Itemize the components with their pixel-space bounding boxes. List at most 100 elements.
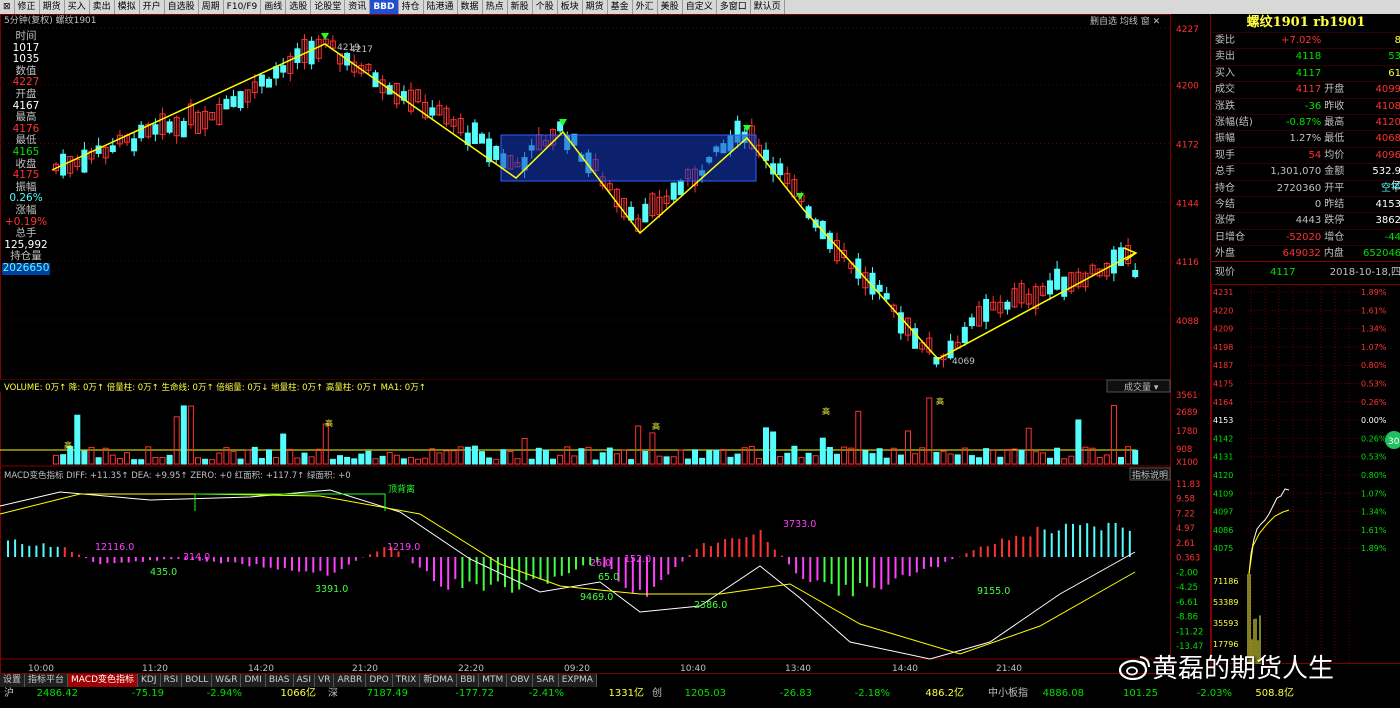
mini-pct-tick: 1.89% <box>1361 545 1387 554</box>
quote-value: 1,301,070 <box>1270 166 1322 178</box>
candle-body <box>1061 276 1068 297</box>
quote-value: -0.87% <box>1285 116 1322 128</box>
time-label: 13:40 <box>785 664 811 674</box>
volume-bar <box>1025 427 1032 465</box>
indicator-tab[interactable]: TRIX <box>393 674 421 687</box>
macd-area-label: 65.0 <box>598 572 619 583</box>
volume-bar <box>408 456 414 465</box>
volume-mark: 高 <box>325 418 333 428</box>
quote-value2: 4096 <box>1375 149 1400 161</box>
volume-bar <box>897 454 904 465</box>
menu-item[interactable]: 画线 <box>261 0 287 14</box>
volume-bar <box>471 445 478 465</box>
indicator-tab[interactable]: BIAS <box>266 674 294 687</box>
volume-bar <box>528 458 535 465</box>
menu-item[interactable]: 论股堂 <box>311 0 346 14</box>
volume-bar <box>365 450 372 465</box>
menu-item[interactable]: 美股 <box>658 0 683 14</box>
volume-bar <box>592 459 599 465</box>
quote-label2 <box>1321 66 1363 81</box>
mini-timeshare-chart[interactable]: 4231 1.89% 4220 1.61% 4209 1.34% 4198 1.07% 4187… <box>1211 284 1400 665</box>
indicator-tab[interactable]: EXPMA <box>559 674 597 687</box>
chart-canvas[interactable]: 5分钟(复权) 螺纹1901 删自选 均线 窗 ✕ 4227 4200 4172 4144… <box>0 14 1210 674</box>
menu-item[interactable]: F10/F9 <box>224 0 262 14</box>
menu-item[interactable]: 板块 <box>558 0 583 14</box>
volume-legend: VOLUME: 0万↑ 降: 0万↑ 倍量柱: 0万↑ 生命线: 0万↑ 倍缩量… <box>4 382 426 393</box>
indicator-tab[interactable]: MACD变色指标 <box>68 674 139 687</box>
candle-body <box>1110 249 1117 274</box>
menu-item[interactable]: 期货 <box>40 0 65 14</box>
volume-bar <box>1125 446 1132 465</box>
menu-item[interactable]: 周期 <box>199 0 224 14</box>
menu-item[interactable]: 资讯 <box>345 0 371 14</box>
indicator-tab[interactable]: W&R <box>212 674 242 687</box>
menu-item[interactable]: 热点 <box>483 0 508 14</box>
menu-item[interactable]: 修正 <box>15 0 40 14</box>
macd-area-label: 26.0 <box>590 558 611 569</box>
menu-item[interactable]: 期货 <box>583 0 608 14</box>
volume-bar <box>557 454 564 465</box>
volume-bar <box>507 450 514 465</box>
volume-bar <box>386 451 393 465</box>
indicator-tab[interactable]: 指标平台 <box>25 674 69 687</box>
chart-area[interactable]: 5分钟(复权) 螺纹1901 删自选 均线 窗 ✕ 4227 4200 4172 4144… <box>0 14 1210 674</box>
volume-bar <box>869 453 876 465</box>
volume-bar <box>95 457 102 465</box>
time-label: 14:40 <box>892 664 918 674</box>
menu-item[interactable]: 新股 <box>508 0 533 14</box>
volume-bar <box>968 455 975 465</box>
candle-body <box>876 284 883 292</box>
mini-pct-tick: 0.26% <box>1361 398 1387 407</box>
volume-bar <box>443 450 450 465</box>
chart-header: 5分钟(复权) 螺纹1901 <box>4 14 97 26</box>
quote-value2: 652046 <box>1363 248 1400 260</box>
menu-item[interactable]: 自选股 <box>165 0 199 14</box>
indicator-tab[interactable]: VR <box>315 674 335 687</box>
indicator-tab[interactable]: DMI <box>241 674 266 687</box>
volume-bar <box>422 457 429 465</box>
indicator-tab[interactable]: BBI <box>457 674 480 687</box>
menu-item[interactable]: 买入 <box>65 0 90 14</box>
menu-item[interactable]: 数据 <box>458 0 483 14</box>
volume-bar <box>124 452 130 465</box>
indicator-tab[interactable]: 设置 <box>0 674 26 687</box>
menu-item[interactable]: 卖出 <box>90 0 115 14</box>
volume-bar <box>621 449 627 465</box>
menu-item[interactable]: 模拟 <box>115 0 140 14</box>
indicator-tab[interactable]: BOLL <box>182 674 213 687</box>
mini-pct-tick: 1.61% <box>1361 307 1387 316</box>
menu-item[interactable]: 持仓 <box>399 0 424 14</box>
indicator-tab[interactable]: ASI <box>294 674 316 687</box>
menu-item[interactable]: 基金 <box>608 0 633 14</box>
menu-item[interactable]: 个股 <box>533 0 558 14</box>
menu-item[interactable]: 外汇 <box>633 0 658 14</box>
volume-bar <box>514 458 521 465</box>
menu-item[interactable]: 选股 <box>286 0 312 14</box>
indicator-tab[interactable]: SAR <box>533 674 559 687</box>
indicator-tab[interactable]: MTM <box>479 674 508 687</box>
indicator-tab[interactable]: OBV <box>507 674 534 687</box>
volume-bar <box>216 452 223 465</box>
indicator-tab[interactable]: 新DMA <box>420 674 458 687</box>
index-item: 1205.03 <box>684 688 726 699</box>
mini-avg-line <box>1248 509 1290 575</box>
volume-bar <box>74 414 81 465</box>
menu-item[interactable]: ⊠ <box>0 0 15 14</box>
macd-area-label: 3733.0 <box>783 519 816 530</box>
candle-body <box>230 96 237 107</box>
menu-item[interactable]: 陆港通 <box>424 0 458 14</box>
menu-item[interactable]: 自定义 <box>683 0 717 14</box>
indicator-tab[interactable]: DPO <box>366 674 393 687</box>
menu-item[interactable]: BBD <box>370 0 399 14</box>
volume-tick: 908 <box>1176 445 1192 455</box>
menu-item[interactable]: 多窗口 <box>717 0 751 14</box>
volume-mark: 高 <box>822 406 830 416</box>
indicator-tab[interactable]: KDJ <box>138 674 161 687</box>
menu-item[interactable]: 开户 <box>140 0 165 14</box>
quote-value2: 8 <box>1394 35 1400 46</box>
menu-item[interactable]: 默认页 <box>751 0 785 14</box>
indicator-tab[interactable]: ARBR <box>334 674 367 687</box>
indicator-tab[interactable]: RSI <box>161 674 183 687</box>
candle-body <box>968 317 975 327</box>
candle-body <box>961 326 968 344</box>
